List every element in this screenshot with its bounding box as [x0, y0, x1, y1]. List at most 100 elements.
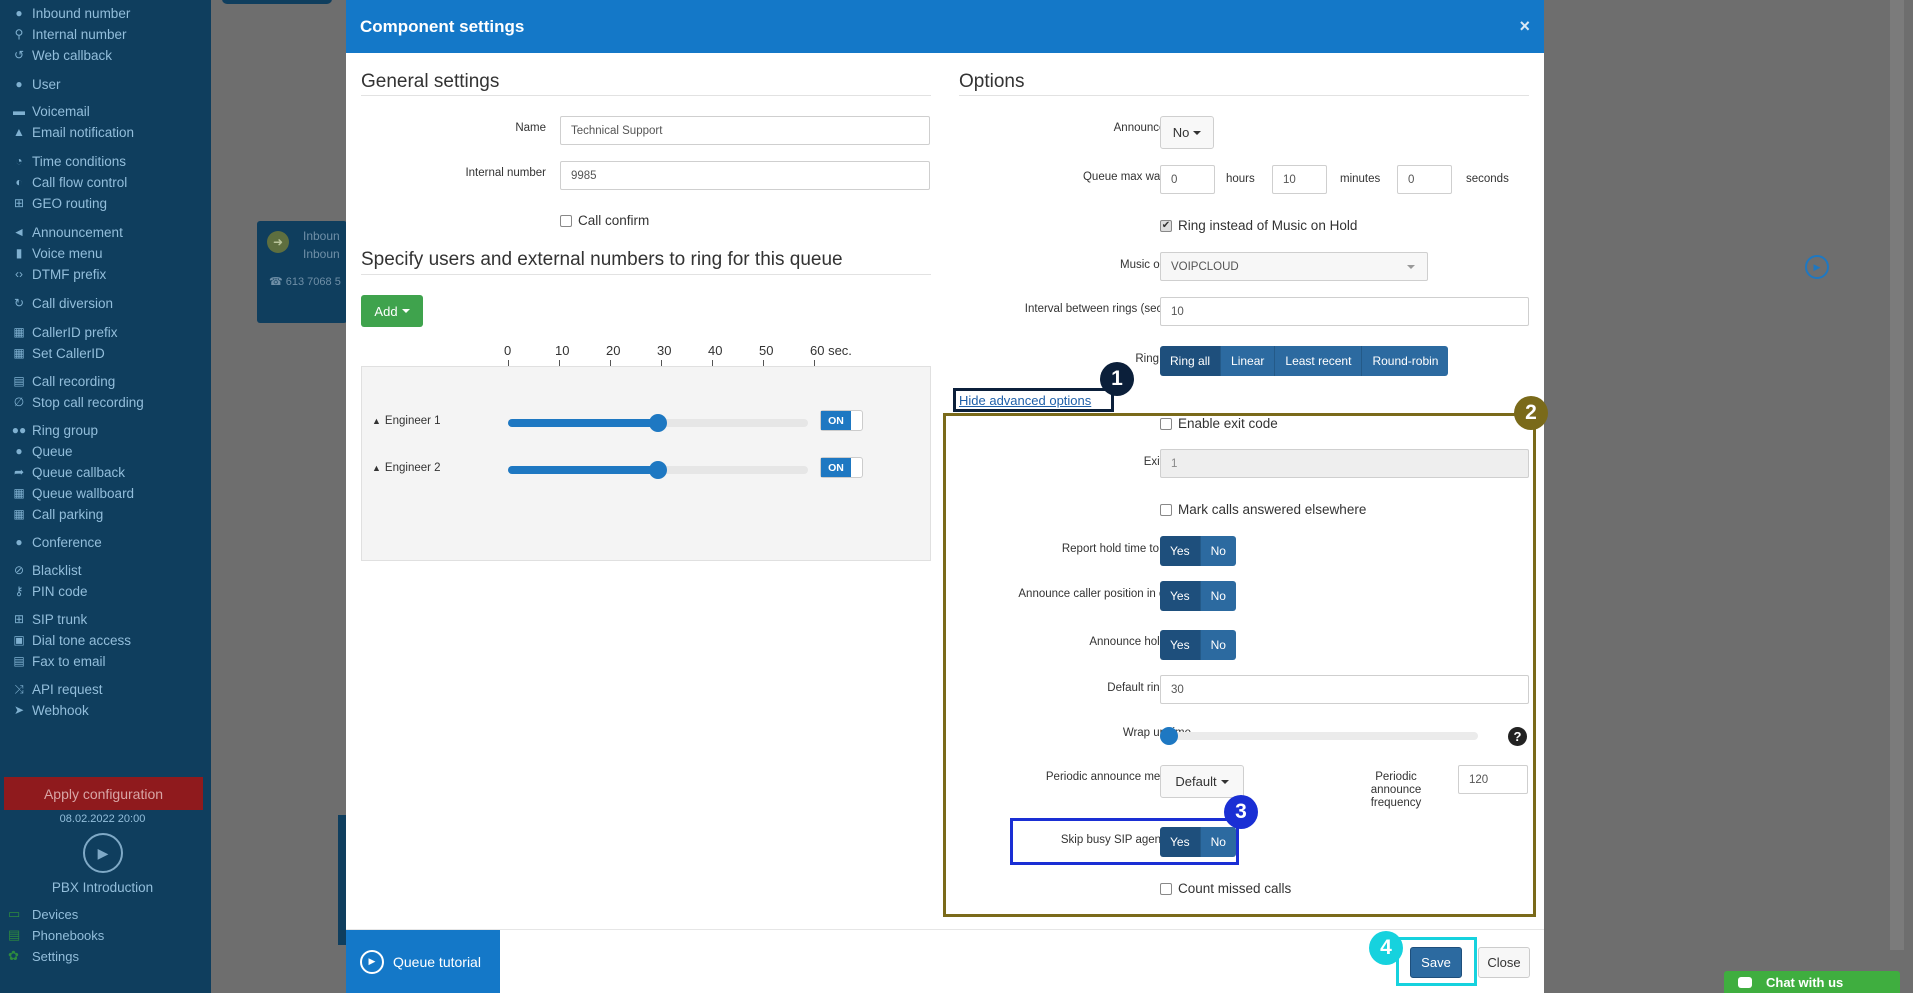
sidebar-item-blacklist[interactable]: ⊘ Blacklist: [10, 561, 82, 579]
user-toggle[interactable]: ON: [820, 457, 863, 478]
record-icon: ▤: [13, 374, 25, 388]
check-icon[interactable]: ✔: [1160, 219, 1172, 232]
sidebar-item-settings[interactable]: ✿ Settings: [8, 948, 79, 964]
options-title: Options: [959, 71, 1025, 92]
sidebar-item-web-callback[interactable]: ↺ Web callback: [10, 46, 112, 64]
sidebar-item-voice-menu[interactable]: ▮ Voice menu: [10, 244, 103, 262]
scale-label: 0: [504, 343, 512, 358]
users-list: ▲ Engineer 1 ON ▲ Engineer 2 ON: [361, 366, 931, 561]
seconds-input[interactable]: 0: [1397, 165, 1452, 194]
ring-mode-least-recent[interactable]: Least recent: [1275, 346, 1363, 376]
sidebar-item-voicemail[interactable]: ▬ Voicemail: [10, 102, 90, 120]
pbx-introduction-link[interactable]: PBX Introduction: [0, 880, 205, 895]
microphone-icon: ▮: [15, 246, 23, 260]
play-icon[interactable]: ▶: [83, 833, 123, 873]
minutes-input[interactable]: 10: [1272, 165, 1327, 194]
slider-handle[interactable]: [649, 414, 667, 432]
scale-label: 40: [708, 343, 723, 358]
canvas-node-inbound[interactable]: ➜ Inboun Inboun ☎ 613 7068 5: [257, 221, 347, 323]
sidebar-item-dtmf-prefix[interactable]: ‹› DTMF prefix: [10, 265, 106, 283]
sidebar-item-announcement[interactable]: ◄ Announcement: [10, 223, 123, 241]
ring-time-slider[interactable]: [508, 414, 808, 432]
sidebar-item-internal-number[interactable]: ⚲ Internal number: [10, 25, 127, 43]
parking-icon: ▦: [13, 507, 25, 521]
name-label: Name: [515, 122, 546, 134]
sidebar-item-webhook[interactable]: ➤ Webhook: [10, 701, 89, 719]
lock-icon: ▣: [13, 633, 25, 647]
sidebar-item-pin-code[interactable]: ⚷ PIN code: [10, 582, 88, 600]
announcement-dropdown[interactable]: No: [1160, 116, 1214, 149]
pin-icon: ⚲: [14, 27, 24, 41]
close-button[interactable]: Close: [1478, 947, 1530, 978]
ring-instead-moh-checkbox[interactable]: ✔ Ring instead of Music on Hold: [1160, 218, 1357, 233]
gear-icon: ✿: [8, 948, 19, 963]
ring-time-slider[interactable]: [508, 461, 808, 479]
checkbox-box[interactable]: [560, 214, 572, 227]
close-icon[interactable]: ×: [1519, 16, 1530, 37]
refresh-icon: ↻: [13, 296, 25, 310]
sidebar-item-fax-to-email[interactable]: ▤ Fax to email: [10, 652, 105, 670]
sidebar-item-call-diversion[interactable]: ↻ Call diversion: [10, 294, 113, 312]
sidebar-item-set-callerid[interactable]: ▦ Set CallerID: [10, 344, 104, 362]
user-toggle[interactable]: ON: [820, 410, 863, 431]
sidebar-item-email-notification[interactable]: ▲ Email notification: [10, 123, 134, 141]
play-music-button[interactable]: ▶: [1805, 255, 1829, 279]
sidebar-item-stop-call-recording[interactable]: ∅ Stop call recording: [10, 393, 144, 411]
modal-header: Component settings ×: [346, 0, 1544, 53]
sidebar-item-call-flow-control[interactable]: ◐ Call flow control: [10, 173, 127, 191]
annotation-frame-4: [1396, 937, 1477, 986]
sidebar-item-queue-wallboard[interactable]: ▦ Queue wallboard: [10, 484, 134, 502]
sidebar-item-dial-tone-access[interactable]: ▣ Dial tone access: [10, 631, 131, 649]
hours-input[interactable]: 0: [1160, 165, 1215, 194]
sidebar-item-devices[interactable]: ▭ Devices: [8, 906, 78, 922]
random-icon: ⤨: [14, 681, 24, 696]
sidebar-item-geo-routing[interactable]: ⊞ GEO routing: [10, 194, 107, 212]
ring-mode-round-robin[interactable]: Round-robin: [1362, 346, 1449, 376]
sidebar-item-call-parking[interactable]: ▦ Call parking: [10, 505, 103, 523]
sidebar-item-call-recording[interactable]: ▤ Call recording: [10, 372, 115, 390]
internal-number-input[interactable]: 9985: [560, 161, 930, 190]
divider: [959, 95, 1529, 96]
chevron-down-icon: [1193, 130, 1202, 135]
slider-handle[interactable]: [649, 461, 667, 479]
sidebar-item-queue[interactable]: ● Queue: [10, 442, 72, 460]
sitemap-icon: ⊞: [13, 196, 25, 210]
sidebar-item-time-conditions[interactable]: ◔ Time conditions: [10, 152, 126, 170]
chat-with-us-button[interactable]: Chat with us: [1724, 971, 1900, 993]
interval-input[interactable]: 10: [1160, 297, 1529, 326]
sidebar-item-conference[interactable]: ● Conference: [10, 533, 101, 551]
arrow-right-icon: ➜: [267, 231, 289, 253]
sidebar-item-api-request[interactable]: ⤨ API request: [10, 680, 102, 698]
sidebar-item-inbound-number[interactable]: ● Inbound number: [10, 4, 130, 22]
user-icon: ▲: [372, 416, 381, 426]
ban-icon: ⊘: [13, 563, 25, 577]
sidebar-item-ring-group[interactable]: ●● Ring group: [10, 421, 98, 439]
hours-unit: hours: [1226, 173, 1255, 185]
board-icon: ▦: [13, 486, 25, 500]
sidebar-item-callerid-prefix[interactable]: ▦ CallerID prefix: [10, 323, 117, 341]
user-entry: ▲ Engineer 1: [372, 415, 441, 427]
user-icon: ▲: [372, 463, 381, 473]
sidebar-item-phonebooks[interactable]: ▤ Phonebooks: [8, 927, 104, 943]
add-button[interactable]: Add: [361, 295, 423, 327]
users-icon: ●●: [11, 423, 27, 437]
ring-mode-linear[interactable]: Linear: [1221, 346, 1276, 376]
play-icon: ▶: [360, 949, 384, 974]
sidebar-item-sip-trunk[interactable]: ⊞ SIP trunk: [10, 610, 87, 628]
canvas-node-top[interactable]: [222, 0, 332, 4]
grid-icon: ▦: [13, 346, 25, 360]
key-icon: ⚷: [14, 584, 24, 598]
page-scrollbar[interactable]: [1890, 0, 1904, 950]
sidebar-item-user[interactable]: ● User: [10, 75, 60, 93]
sidebar-item-queue-callback[interactable]: ➦ Queue callback: [10, 463, 125, 481]
divider: [361, 274, 931, 275]
ring-mode-ring-all[interactable]: Ring all: [1160, 346, 1222, 376]
apply-configuration-button[interactable]: Apply configuration: [4, 777, 203, 810]
name-input[interactable]: Technical Support: [560, 116, 930, 145]
sidebar: ● Inbound number ⚲ Internal number ↺ Web call…: [0, 0, 211, 993]
node-phone: ☎ 613 7068 5: [269, 276, 341, 288]
music-on-hold-select[interactable]: VOIPCLOUD: [1160, 252, 1428, 281]
queue-tutorial-button[interactable]: ▶ Queue tutorial: [346, 930, 500, 993]
fax-icon: ▤: [13, 654, 25, 668]
call-confirm-checkbox[interactable]: Call confirm: [560, 213, 649, 228]
